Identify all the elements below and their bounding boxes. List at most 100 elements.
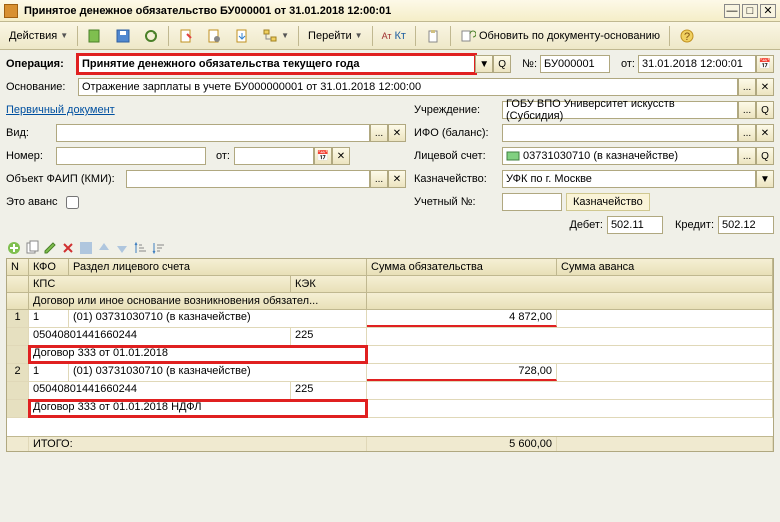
- refresh-icon: [143, 28, 159, 44]
- operation-clear[interactable]: Q: [493, 55, 511, 73]
- advance-checkbox[interactable]: [66, 196, 79, 209]
- faip-select[interactable]: ...: [370, 170, 388, 188]
- number-field[interactable]: БУ000001: [540, 55, 610, 73]
- help-icon: ?: [679, 28, 695, 44]
- cell-kfo: 1: [29, 310, 69, 327]
- col-kek[interactable]: КЭК: [291, 276, 367, 292]
- add-row-icon[interactable]: [6, 240, 22, 256]
- table-row[interactable]: Договор 333 от 01.01.2018: [7, 346, 773, 364]
- table-row[interactable]: 05040801441660244 225: [7, 382, 773, 400]
- col-razdel[interactable]: Раздел лицевого счета: [69, 259, 367, 275]
- credit-label: Кредит:: [671, 219, 718, 231]
- faip-clear[interactable]: ✕: [388, 170, 406, 188]
- cell-sum: 4 872,00: [367, 310, 557, 327]
- footer-label: ИТОГО:: [29, 437, 367, 451]
- help-button[interactable]: ?: [674, 25, 700, 47]
- date-picker[interactable]: 📅: [756, 55, 774, 73]
- table-row[interactable]: 05040801441660244 225: [7, 328, 773, 346]
- save-button[interactable]: [110, 25, 136, 47]
- faip-field[interactable]: [126, 170, 370, 188]
- type-clear[interactable]: ✕: [388, 124, 406, 142]
- minimize-button[interactable]: —: [724, 4, 740, 18]
- operation-label: Операция:: [6, 58, 78, 70]
- save-grid-icon[interactable]: [78, 240, 94, 256]
- operation-field[interactable]: Принятие денежного обязательства текущег…: [78, 55, 475, 73]
- account-open[interactable]: Q: [756, 147, 774, 165]
- cell-n: 2: [7, 364, 29, 381]
- primary-doc-link[interactable]: Первичный документ: [6, 104, 115, 116]
- institution-field[interactable]: ГОБУ ВПО Университет искусств (Субсидия): [502, 101, 738, 119]
- cell-kek: 225: [291, 382, 367, 399]
- num-field[interactable]: [56, 147, 206, 165]
- create-based-button[interactable]: ▼: [257, 25, 294, 47]
- footer-total: 5 600,00: [367, 437, 557, 451]
- basis-clear[interactable]: ✕: [756, 78, 774, 96]
- credit-field[interactable]: 502.12: [718, 216, 774, 234]
- save-icon: [115, 28, 131, 44]
- tree-icon: [262, 28, 278, 44]
- doc-icon: [178, 28, 194, 44]
- cell-n: 1: [7, 310, 29, 327]
- account-field[interactable]: 03731030710 (в казначействе): [502, 147, 738, 165]
- table-row[interactable]: Договор 333 от 01.01.2018 НДФЛ: [7, 400, 773, 418]
- doc3-button[interactable]: [229, 25, 255, 47]
- move-down-icon[interactable]: [114, 240, 130, 256]
- copy-row-icon[interactable]: [24, 240, 40, 256]
- accnum-field[interactable]: [502, 193, 562, 211]
- clipboard-button[interactable]: [420, 25, 446, 47]
- close-button[interactable]: ✕: [760, 4, 776, 18]
- treasury-field[interactable]: УФК по г. Москве: [502, 170, 756, 188]
- accnum-label: Учетный №:: [414, 196, 502, 208]
- table-row[interactable]: 1 1 (01) 03731030710 (в казначействе) 4 …: [7, 310, 773, 328]
- col-sum-avans[interactable]: Сумма аванса: [557, 259, 773, 275]
- akt-button[interactable]: АтКт: [377, 25, 411, 47]
- num-date-field[interactable]: [234, 147, 314, 165]
- post-button[interactable]: [82, 25, 108, 47]
- doc2-button[interactable]: [201, 25, 227, 47]
- grid-footer: ИТОГО: 5 600,00: [7, 436, 773, 451]
- cell-kps: 05040801441660244: [29, 382, 291, 399]
- type-field[interactable]: [56, 124, 370, 142]
- basis-field[interactable]: Отражение зарплаты в учете БУ000000001 о…: [78, 78, 738, 96]
- repost-button[interactable]: [138, 25, 164, 47]
- num-date-picker[interactable]: 📅: [314, 147, 332, 165]
- ifo-label: ИФО (баланс):: [414, 127, 502, 139]
- institution-select[interactable]: ...: [738, 101, 756, 119]
- ifo-clear[interactable]: ✕: [756, 124, 774, 142]
- cell-razdel: (01) 03731030710 (в казначействе): [69, 310, 367, 327]
- col-n[interactable]: N: [7, 259, 29, 275]
- kaznach-tooltip: Казначейство: [566, 193, 650, 211]
- number-label: №:: [519, 58, 540, 70]
- ifo-field[interactable]: [502, 124, 738, 142]
- sort-asc-icon[interactable]: [132, 240, 148, 256]
- cell-avans: [557, 364, 773, 381]
- debit-field[interactable]: 502.11: [607, 216, 663, 234]
- maximize-button[interactable]: □: [742, 4, 758, 18]
- col-kfo[interactable]: КФО: [29, 259, 69, 275]
- col-kps[interactable]: КПС: [29, 276, 291, 292]
- edit-row-icon[interactable]: [42, 240, 58, 256]
- account-select[interactable]: ...: [738, 147, 756, 165]
- doc1-button[interactable]: [173, 25, 199, 47]
- refresh-by-doc-button[interactable]: Обновить по документу-основанию: [455, 25, 665, 47]
- date-field[interactable]: 31.01.2018 12:00:01: [638, 55, 756, 73]
- cell-razdel: (01) 03731030710 (в казначействе): [69, 364, 367, 381]
- form-area: Операция: Принятие денежного обязательст…: [0, 50, 780, 456]
- actions-menu[interactable]: Действия▼: [4, 25, 73, 47]
- operation-dropdown[interactable]: ▼: [475, 55, 493, 73]
- ifo-select[interactable]: ...: [738, 124, 756, 142]
- refresh-doc-icon: [460, 28, 476, 44]
- num-date-clear[interactable]: ✕: [332, 147, 350, 165]
- type-select[interactable]: ...: [370, 124, 388, 142]
- goto-menu[interactable]: Перейти▼: [303, 25, 368, 47]
- delete-row-icon[interactable]: [60, 240, 76, 256]
- cell-kfo: 1: [29, 364, 69, 381]
- treasury-dropdown[interactable]: ▼: [756, 170, 774, 188]
- move-up-icon[interactable]: [96, 240, 112, 256]
- basis-select[interactable]: ...: [738, 78, 756, 96]
- institution-open[interactable]: Q: [756, 101, 774, 119]
- table-row[interactable]: 2 1 (01) 03731030710 (в казначействе) 72…: [7, 364, 773, 382]
- col-dogovor[interactable]: Договор или иное основание возникновения…: [29, 293, 367, 309]
- sort-desc-icon[interactable]: [150, 240, 166, 256]
- col-sum-obl[interactable]: Сумма обязательства: [367, 259, 557, 275]
